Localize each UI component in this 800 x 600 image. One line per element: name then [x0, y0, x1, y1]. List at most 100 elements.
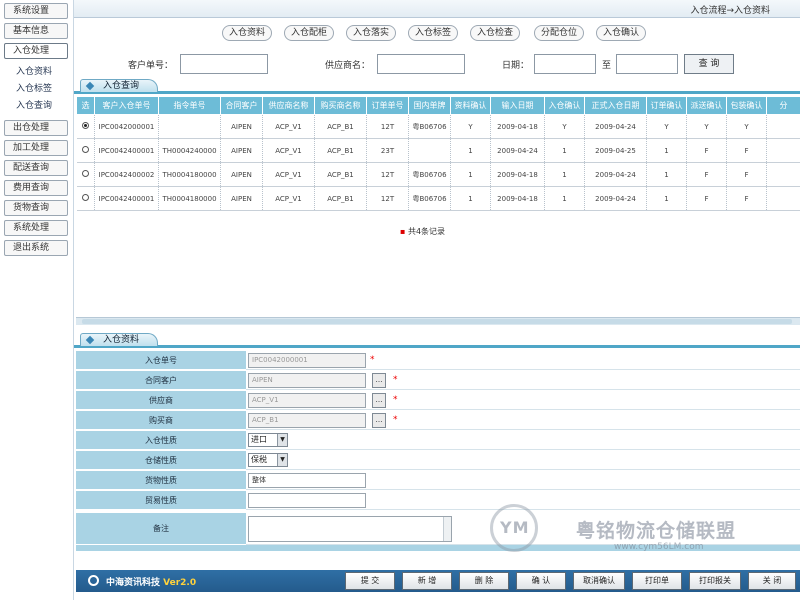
table-cell: F: [726, 138, 767, 163]
table-cell: 2009-04-24: [584, 186, 647, 211]
row-select-cell[interactable]: [76, 186, 95, 211]
date-from-input[interactable]: [534, 54, 596, 74]
customer-no-input[interactable]: [180, 54, 268, 74]
sidebar-sub-inbound-data[interactable]: 入仓资料: [16, 66, 52, 78]
horizontal-scrollbar[interactable]: [76, 317, 800, 325]
column-header[interactable]: 供应商名称: [262, 96, 315, 115]
confirm-button[interactable]: 确 认: [516, 572, 566, 590]
sidebar-item-basic-info[interactable]: 基本信息: [4, 23, 68, 39]
form-input[interactable]: [248, 493, 366, 508]
print-button[interactable]: 打印单: [632, 572, 682, 590]
column-header[interactable]: 分: [766, 96, 800, 115]
row-select-cell[interactable]: [76, 138, 95, 163]
column-header[interactable]: 资料确认: [450, 96, 491, 115]
required-mark: *: [370, 355, 375, 365]
step-inbound-container[interactable]: 入仓配柜: [284, 25, 335, 41]
close-button[interactable]: 关 闭: [748, 572, 796, 590]
table-cell: ACP_B1: [314, 114, 367, 139]
sidebar-sub-inbound-query[interactable]: 入仓查询: [16, 100, 52, 112]
sidebar-item-goods-query[interactable]: 货物查询: [4, 200, 68, 216]
step-inbound-check[interactable]: 入仓检查: [470, 25, 521, 41]
delete-button[interactable]: 删 除: [459, 572, 509, 590]
sidebar-item-delivery-query[interactable]: 配送查询: [4, 160, 68, 176]
form-input[interactable]: ACP_B1: [248, 413, 366, 428]
table-row[interactable]: IPC0042400001 TH0004240000 AIPEN ACP_V1 ACP_…: [76, 138, 800, 163]
table-cell: 1: [450, 138, 491, 163]
row-select-cell[interactable]: [76, 114, 95, 139]
form-input[interactable]: 整体: [248, 473, 366, 488]
column-header[interactable]: 国内单牌: [408, 96, 451, 115]
submit-button[interactable]: 提 交: [345, 572, 395, 590]
sidebar-item-inbound[interactable]: 入仓处理: [4, 43, 68, 59]
form-section-tab[interactable]: 入仓资料: [80, 333, 158, 346]
sidebar-item-system-settings[interactable]: 系统设置: [4, 3, 68, 19]
search-button[interactable]: 查 询: [684, 54, 734, 74]
table-row[interactable]: IPC0042400001 TH0004180000 AIPEN ACP_V1 ACP_…: [76, 186, 800, 211]
form-cell: [246, 431, 800, 450]
row-select-cell[interactable]: [76, 162, 95, 187]
sidebar-item-fee-query[interactable]: 费用查询: [4, 180, 68, 196]
chevron-down-icon[interactable]: ▼: [277, 454, 287, 466]
step-inbound-label[interactable]: 入仓标签: [408, 25, 459, 41]
table-cell: [766, 186, 800, 211]
section-diamond-icon: [85, 335, 95, 345]
table-cell: 1: [544, 162, 585, 187]
form-select[interactable]: 保税 ▼: [248, 453, 288, 467]
column-header[interactable]: 选: [76, 96, 95, 115]
table-cell: ACP_V1: [262, 114, 315, 139]
sidebar-item-outbound[interactable]: 出仓处理: [4, 120, 68, 136]
column-header[interactable]: 合同客户: [220, 96, 263, 115]
form-input[interactable]: IPC0042000001: [248, 353, 366, 368]
lookup-button[interactable]: …: [372, 413, 386, 428]
table-row[interactable]: IPC0042000001 AIPEN ACP_V1 ACP_B1 12T 粤B06706…: [76, 114, 800, 139]
memo-scrollbar[interactable]: [443, 517, 451, 541]
table-cell: 1: [544, 138, 585, 163]
column-header[interactable]: 订单确认: [646, 96, 687, 115]
sidebar: 系统设置 基本信息 入仓处理 入仓资料 入仓标签 入仓查询 出仓处理 加工处理 …: [0, 0, 74, 600]
table-cell: IPC0042000001: [94, 114, 159, 139]
add-button[interactable]: 新 增: [402, 572, 452, 590]
step-inbound-confirm-detail[interactable]: 入仓落实: [346, 25, 397, 41]
cancel-confirm-button[interactable]: 取消确认: [573, 572, 625, 590]
table-cell: ACP_V1: [262, 186, 315, 211]
table-row[interactable]: IPC0042400002 TH0004180000 AIPEN ACP_V1 ACP_…: [76, 162, 800, 187]
row-radio[interactable]: [81, 122, 89, 129]
record-count: ▪ 共4条记录: [400, 226, 445, 237]
column-header[interactable]: 派送确认: [686, 96, 727, 115]
step-inbound-data[interactable]: 入仓资料: [222, 25, 273, 41]
sidebar-item-system-process[interactable]: 系统处理: [4, 220, 68, 236]
list-section-tab[interactable]: 入仓查询: [80, 79, 158, 92]
column-header[interactable]: 正式入仓日期: [584, 96, 647, 115]
column-header[interactable]: 客户入仓单号: [94, 96, 159, 115]
column-header[interactable]: 输入日期: [490, 96, 545, 115]
column-header[interactable]: 订单单号: [366, 96, 409, 115]
sidebar-sub-inbound-label[interactable]: 入仓标签: [16, 83, 52, 95]
step-inbound-confirm[interactable]: 入仓确认: [596, 25, 647, 41]
column-header[interactable]: 包装确认: [726, 96, 767, 115]
lookup-button[interactable]: …: [372, 373, 386, 388]
form-input[interactable]: AIPEN: [248, 373, 366, 388]
table-cell: F: [686, 162, 727, 187]
supplier-input[interactable]: [377, 54, 465, 74]
date-to-input[interactable]: [616, 54, 678, 74]
table-cell: Y: [544, 114, 585, 139]
memo-textarea[interactable]: [248, 516, 452, 542]
row-radio[interactable]: [81, 194, 89, 201]
row-radio[interactable]: [81, 146, 89, 153]
step-assign-location[interactable]: 分配仓位: [534, 25, 585, 41]
row-radio[interactable]: [81, 170, 89, 177]
table-cell: Y: [450, 114, 491, 139]
form-input[interactable]: ACP_V1: [248, 393, 366, 408]
table-cell: 23T: [366, 138, 409, 163]
form-select[interactable]: 进口 ▼: [248, 433, 288, 447]
column-header[interactable]: 购买商名称: [314, 96, 367, 115]
column-header[interactable]: 指令单号: [158, 96, 221, 115]
chevron-down-icon[interactable]: ▼: [277, 434, 287, 446]
sidebar-item-exit[interactable]: 退出系统: [4, 240, 68, 256]
column-header[interactable]: 入仓确认: [544, 96, 585, 115]
required-mark: *: [393, 395, 398, 405]
print-declaration-button[interactable]: 打印报关: [689, 572, 741, 590]
lookup-button[interactable]: …: [372, 393, 386, 408]
sidebar-item-processing[interactable]: 加工处理: [4, 140, 68, 156]
scrollbar-thumb[interactable]: [82, 319, 792, 324]
